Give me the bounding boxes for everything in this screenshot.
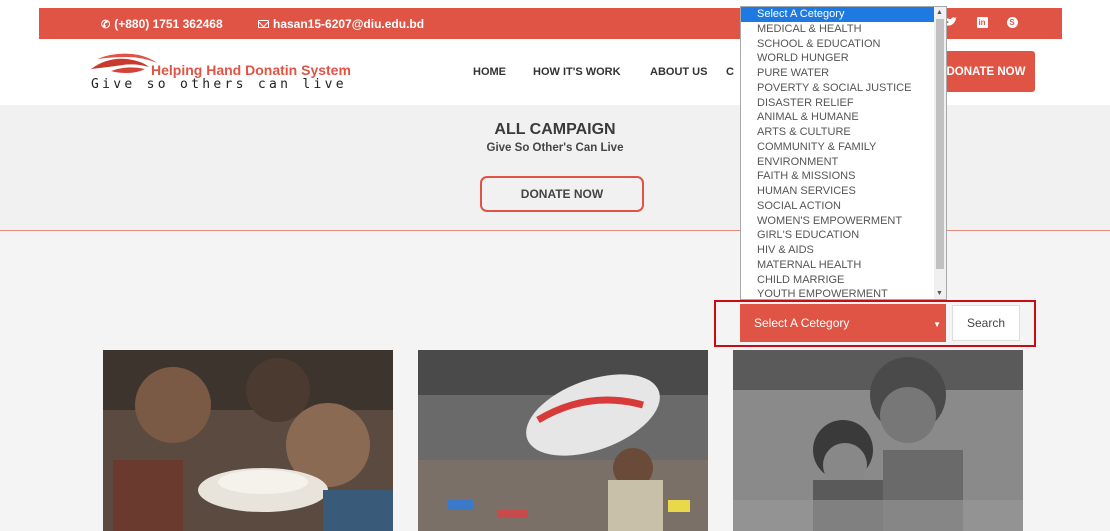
brand-name: Helping Hand Donatin System <box>151 62 351 78</box>
category-option[interactable]: WORLD HUNGER <box>741 51 946 66</box>
category-option[interactable]: ANIMAL & HUMANE <box>741 110 946 125</box>
site-logo[interactable]: Helping Hand Donatin System Give so othe… <box>87 47 387 97</box>
category-option[interactable]: MATERNAL HEALTH <box>741 258 946 273</box>
category-option[interactable]: CHILD MARRIGE <box>741 273 946 288</box>
category-option[interactable]: Select A Cetegory <box>741 7 946 22</box>
email-contact: hasan15-6207@diu.edu.bd <box>258 17 424 31</box>
category-option[interactable]: PURE WATER <box>741 66 946 81</box>
category-option[interactable]: SOCIAL ACTION <box>741 199 946 214</box>
nav-item-partial[interactable]: C <box>726 66 734 78</box>
category-option[interactable]: POVERTY & SOCIAL JUSTICE <box>741 81 946 96</box>
skype-icon[interactable]: S <box>1005 15 1019 29</box>
campaign-card-image-1[interactable] <box>103 350 393 531</box>
category-select[interactable]: Select A Cetegory ▼ <box>740 304 946 342</box>
scroll-down-arrow-icon[interactable]: ▼ <box>936 290 943 298</box>
nav-about-us[interactable]: ABOUT US <box>650 66 707 78</box>
nav-home[interactable]: HOME <box>473 66 506 78</box>
category-option[interactable]: FAITH & MISSIONS <box>741 169 946 184</box>
email-address: hasan15-6207@diu.edu.bd <box>273 17 425 31</box>
search-button[interactable]: Search <box>952 305 1020 341</box>
brand-tagline: Give so others can live <box>91 77 347 92</box>
envelope-icon <box>258 20 269 28</box>
scrollbar-thumb[interactable] <box>936 19 944 269</box>
phone-number: (+880) 1751 362468 <box>114 17 223 31</box>
category-option[interactable]: ENVIRONMENT <box>741 155 946 170</box>
linkedin-icon[interactable]: in <box>975 15 989 29</box>
campaign-card-image-2[interactable] <box>418 350 708 531</box>
category-option[interactable]: DISASTER RELIEF <box>741 96 946 111</box>
phone-contact: ✆ (+880) 1751 362468 <box>101 17 223 31</box>
scroll-up-arrow-icon[interactable]: ▲ <box>936 9 943 17</box>
category-option[interactable]: YOUTH EMPOWERMENT <box>741 287 946 302</box>
category-option[interactable]: HUMAN SERVICES <box>741 184 946 199</box>
category-option[interactable]: GIRL'S EDUCATION <box>741 228 946 243</box>
category-option[interactable]: MEDICAL & HEALTH <box>741 22 946 37</box>
category-option[interactable]: COMMUNITY & FAMILY <box>741 140 946 155</box>
category-option[interactable]: SCHOOL & EDUCATION <box>741 37 946 52</box>
dropdown-scrollbar[interactable]: ▲ ▼ <box>934 7 946 299</box>
nav-how-its-work[interactable]: HOW IT'S WORK <box>533 66 621 78</box>
category-option[interactable]: ARTS & CULTURE <box>741 125 946 140</box>
category-dropdown-list[interactable]: Select A Cetegory MEDICAL & HEALTH SCHOO… <box>740 6 947 300</box>
phone-icon: ✆ <box>101 18 111 31</box>
category-select-value: Select A Cetegory <box>754 316 850 330</box>
category-option[interactable]: HIV & AIDS <box>741 243 946 258</box>
campaign-card-image-3[interactable] <box>733 350 1023 531</box>
chevron-down-icon: ▼ <box>933 320 941 329</box>
donate-now-button[interactable]: DONATE NOW <box>937 51 1035 92</box>
hero-donate-button[interactable]: DONATE NOW <box>480 176 644 212</box>
category-option[interactable]: WOMEN'S EMPOWERMENT <box>741 214 946 229</box>
